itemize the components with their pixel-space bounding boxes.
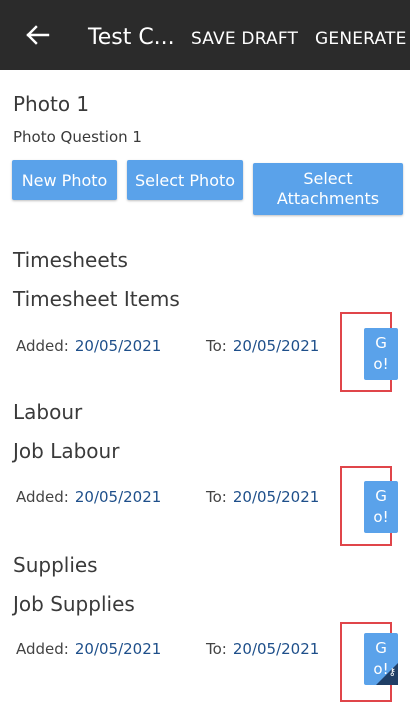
section-heading-supplies: Supplies: [13, 553, 98, 577]
back-button[interactable]: [22, 18, 54, 52]
added-date-row: Added: 20/05/2021: [16, 640, 161, 658]
to-label: To:: [206, 337, 227, 355]
new-photo-button[interactable]: New Photo: [12, 160, 117, 200]
to-date-value[interactable]: 20/05/2021: [233, 640, 319, 658]
go-label-line1: G: [375, 487, 387, 505]
go-label-line2: o!: [373, 355, 389, 373]
photo-question: Photo Question 1: [13, 128, 142, 146]
added-date-row: Added: 20/05/2021: [16, 488, 161, 506]
to-date-value[interactable]: 20/05/2021: [233, 337, 319, 355]
added-date-value[interactable]: 20/05/2021: [75, 488, 161, 506]
select-attachments-button[interactable]: Select Attachments: [253, 163, 403, 215]
added-date-row: Added: 20/05/2021: [16, 337, 161, 355]
to-label: To:: [206, 488, 227, 506]
select-photo-button[interactable]: Select Photo: [127, 160, 243, 200]
go-label-line1: G: [375, 334, 387, 352]
section-subheading-job-supplies: Job Supplies: [13, 592, 135, 616]
added-label: Added:: [16, 337, 69, 355]
go-button[interactable]: G o! ⚷: [364, 633, 398, 685]
app-bar: Test C... SAVE DRAFT GENERATE: [0, 0, 410, 70]
section-heading-labour: Labour: [13, 400, 83, 424]
to-date-row: To: 20/05/2021: [206, 488, 319, 506]
added-label: Added:: [16, 640, 69, 658]
to-date-value[interactable]: 20/05/2021: [233, 488, 319, 506]
go-label-line2: o!: [373, 508, 389, 526]
to-label: To:: [206, 640, 227, 658]
photo-heading: Photo 1: [13, 92, 90, 116]
generate-button[interactable]: GENERATE: [315, 0, 407, 70]
section-heading-timesheets: Timesheets: [13, 248, 128, 272]
added-date-value[interactable]: 20/05/2021: [75, 640, 161, 658]
key-icon: ⚷: [388, 667, 396, 678]
save-draft-button[interactable]: SAVE DRAFT: [191, 0, 298, 70]
to-date-row: To: 20/05/2021: [206, 337, 319, 355]
added-label: Added:: [16, 488, 69, 506]
section-subheading-job-labour: Job Labour: [13, 439, 120, 463]
section-subheading-timesheet-items: Timesheet Items: [13, 287, 180, 311]
page-title: Test C...: [88, 25, 175, 50]
go-label-line1: G: [375, 639, 387, 657]
arrow-left-icon: [26, 25, 50, 45]
go-button[interactable]: G o!: [364, 481, 398, 533]
added-date-value[interactable]: 20/05/2021: [75, 337, 161, 355]
go-button[interactable]: G o!: [364, 328, 398, 380]
to-date-row: To: 20/05/2021: [206, 640, 319, 658]
